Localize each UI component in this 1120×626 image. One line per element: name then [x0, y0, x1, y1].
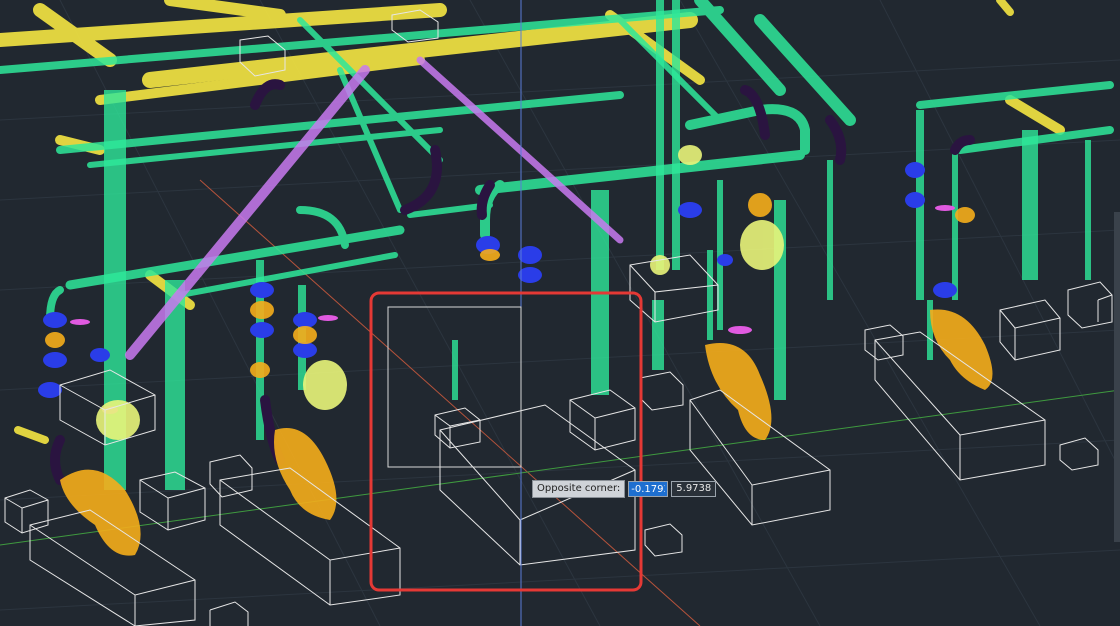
- pink-handwheels: [70, 205, 955, 414]
- orange-valves: [45, 193, 993, 556]
- x-coordinate-input[interactable]: [628, 481, 669, 497]
- green-pipe-network: [0, 0, 1114, 324]
- dynamic-input-prompt: Opposite corner: 5.9738: [532, 480, 717, 498]
- point-cloud-scene[interactable]: [0, 0, 1120, 626]
- model-viewport[interactable]: Opposite corner: 5.9738: [0, 0, 1120, 626]
- viewport-edge-panel: [1114, 212, 1120, 542]
- y-coordinate-field[interactable]: 5.9738: [671, 481, 717, 497]
- yellow-steel-beams: [0, 0, 1065, 444]
- prompt-label: Opposite corner:: [532, 480, 626, 498]
